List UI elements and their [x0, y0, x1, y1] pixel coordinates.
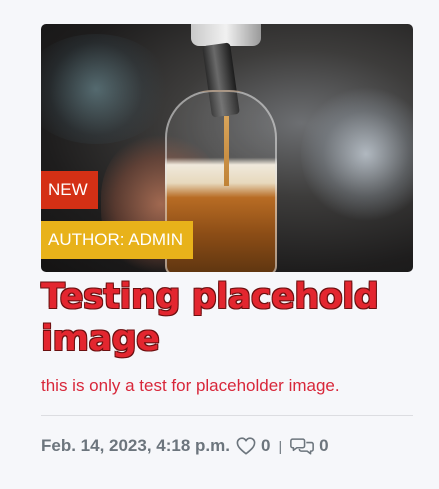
image-bokeh-right	[301, 84, 413, 224]
author-badge[interactable]: AUTHOR: ADMIN	[41, 221, 194, 259]
post-card: NEW AUTHOR: ADMIN Testing placehold imag…	[41, 24, 413, 456]
like-count: 0	[260, 436, 271, 455]
new-badge: NEW	[41, 171, 98, 209]
heart-outline-icon[interactable]	[236, 437, 256, 455]
image-bokeh-left	[41, 34, 171, 144]
image-beer-stream	[224, 116, 229, 186]
post-meta: Feb. 14, 2023, 4:18 p.m. 0 | 0	[41, 436, 413, 456]
chat-bubbles-icon[interactable]	[290, 436, 315, 456]
comment-count: 0	[319, 436, 329, 455]
divider	[41, 415, 413, 416]
post-title[interactable]: Testing placehold image	[41, 276, 413, 360]
post-excerpt: this is only a test for placeholder imag…	[41, 376, 340, 395]
meta-separator: |	[278, 438, 283, 454]
post-date: Feb. 14, 2023, 4:18 p.m.	[41, 436, 230, 455]
post-image[interactable]: NEW AUTHOR: ADMIN	[41, 24, 413, 272]
